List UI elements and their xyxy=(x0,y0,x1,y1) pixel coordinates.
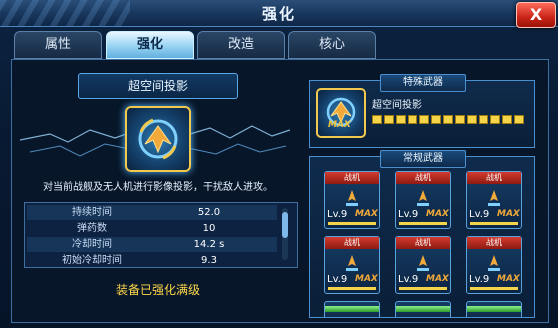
stat-row: 弹药数 10 xyxy=(27,221,277,236)
level-segment xyxy=(395,115,406,124)
weapon-type: 战机 xyxy=(325,237,379,249)
level-bar xyxy=(399,287,447,290)
title-bar: 强化 xyxy=(0,0,558,27)
green-bar xyxy=(467,306,521,312)
close-icon: X xyxy=(529,5,543,24)
level-segment xyxy=(383,115,394,124)
stat-value: 9.3 xyxy=(201,255,217,266)
weapon-card[interactable]: 战机 Lv.9 MAX xyxy=(324,236,380,294)
tab-core[interactable]: 核心 xyxy=(288,31,376,59)
special-weapon-slot[interactable]: MAX xyxy=(316,88,366,138)
level-segment xyxy=(502,115,513,124)
weapon-card-partial[interactable] xyxy=(395,301,451,317)
max-tag: MAX xyxy=(355,274,378,284)
fighter-icon xyxy=(346,255,358,271)
weapon-type: 战机 xyxy=(396,237,450,249)
normal-weapons-panel: 战机 Lv.9 MAX 战机 Lv.9 MAX 战机 Lv.9 MAX 战机 L… xyxy=(309,156,535,318)
fighter-icon xyxy=(346,190,358,206)
hyperspace-projection-icon xyxy=(125,106,191,172)
level-segment xyxy=(419,115,430,124)
level-segment xyxy=(372,115,382,124)
window-title: 强化 xyxy=(261,5,296,23)
green-bar xyxy=(325,306,379,312)
stat-label: 冷却时间 xyxy=(72,239,112,250)
tab-bar: 属性 强化 改造 核心 xyxy=(14,31,544,59)
max-tag: MAX xyxy=(497,274,520,284)
stat-value: 14.2 s xyxy=(193,239,225,250)
max-tag: MAX xyxy=(497,209,520,219)
tab-modify[interactable]: 改造 xyxy=(197,31,285,59)
weapon-level: Lv.9 xyxy=(398,209,419,220)
stat-label: 弹药数 xyxy=(77,223,107,234)
level-bar xyxy=(328,287,376,290)
normal-weapons-title: 常规武器 xyxy=(380,150,466,168)
level-segment xyxy=(443,115,453,124)
weapon-card[interactable]: 战机 Lv.9 MAX xyxy=(466,236,522,294)
weapon-type: 战机 xyxy=(325,172,379,184)
special-weapon-title: 特殊武器 xyxy=(380,74,466,92)
scrollbar-thumb[interactable] xyxy=(282,212,288,238)
weapon-card-partial[interactable] xyxy=(324,301,380,317)
skill-stats-table: 持续时间 52.0 弹药数 10 冷却时间 14.2 s 初始冷却时间 9.3 xyxy=(24,202,298,268)
weapon-card[interactable]: 战机 Lv.9 MAX xyxy=(395,236,451,294)
level-bar xyxy=(470,287,518,290)
stats-scrollbar[interactable] xyxy=(282,208,288,260)
stat-row: 初始冷却时间 9.3 xyxy=(27,253,277,267)
level-segment xyxy=(466,115,477,124)
level-segment xyxy=(478,115,489,124)
max-tag: MAX xyxy=(426,274,449,284)
weapon-card[interactable]: 战机 Lv.9 MAX xyxy=(395,171,451,229)
close-button[interactable]: X xyxy=(516,2,556,28)
weapon-type: 战机 xyxy=(396,172,450,184)
level-segment xyxy=(490,115,501,124)
special-weapon-name: 超空间投影 xyxy=(372,100,422,111)
max-tag: MAX xyxy=(355,209,378,219)
level-bar xyxy=(328,222,376,225)
level-segment xyxy=(454,115,465,124)
weapon-card[interactable]: 战机 Lv.9 MAX xyxy=(466,171,522,229)
level-bar xyxy=(470,222,518,225)
special-weapon-level-bar xyxy=(372,115,524,124)
weapon-type: 战机 xyxy=(467,237,521,249)
weapon-level: Lv.9 xyxy=(327,209,348,220)
level-segment xyxy=(431,115,442,124)
weapon-card-partial[interactable] xyxy=(466,301,522,317)
weapon-level: Lv.9 xyxy=(469,209,490,220)
stat-value: 10 xyxy=(202,223,216,234)
weapon-level: Lv.9 xyxy=(398,274,419,285)
max-level-status: 装备已强化满级 xyxy=(115,283,200,297)
stat-label: 初始冷却时间 xyxy=(62,255,122,266)
fighter-icon xyxy=(488,190,500,206)
stat-label: 持续时间 xyxy=(72,207,112,218)
weapon-level: Lv.9 xyxy=(327,274,348,285)
stat-row: 持续时间 52.0 xyxy=(27,205,277,220)
skill-name: 超空间投影 xyxy=(78,73,238,99)
max-tag: MAX xyxy=(328,120,351,130)
fighter-icon xyxy=(417,255,429,271)
weapon-card[interactable]: 战机 Lv.9 MAX xyxy=(324,171,380,229)
level-bar xyxy=(399,222,447,225)
skill-description: 对当前战舰及无人机进行影像投影，干扰敌人进攻。 xyxy=(43,182,273,193)
fighter-icon xyxy=(417,190,429,206)
tab-attributes[interactable]: 属性 xyxy=(14,31,102,59)
upgrade-window: 强化 X 属性 强化 改造 核心 超空间投影 对当前战舰及无人机进行影像投影，干… xyxy=(0,0,558,328)
stat-value: 52.0 xyxy=(197,207,221,218)
fighter-icon xyxy=(488,255,500,271)
level-segment xyxy=(514,115,524,124)
stat-row: 冷却时间 14.2 s xyxy=(27,237,277,252)
tab-enhance[interactable]: 强化 xyxy=(106,31,194,59)
level-segment xyxy=(407,115,418,124)
weapon-type: 战机 xyxy=(467,172,521,184)
max-tag: MAX xyxy=(426,209,449,219)
weapon-level: Lv.9 xyxy=(469,274,490,285)
green-bar xyxy=(396,306,450,312)
